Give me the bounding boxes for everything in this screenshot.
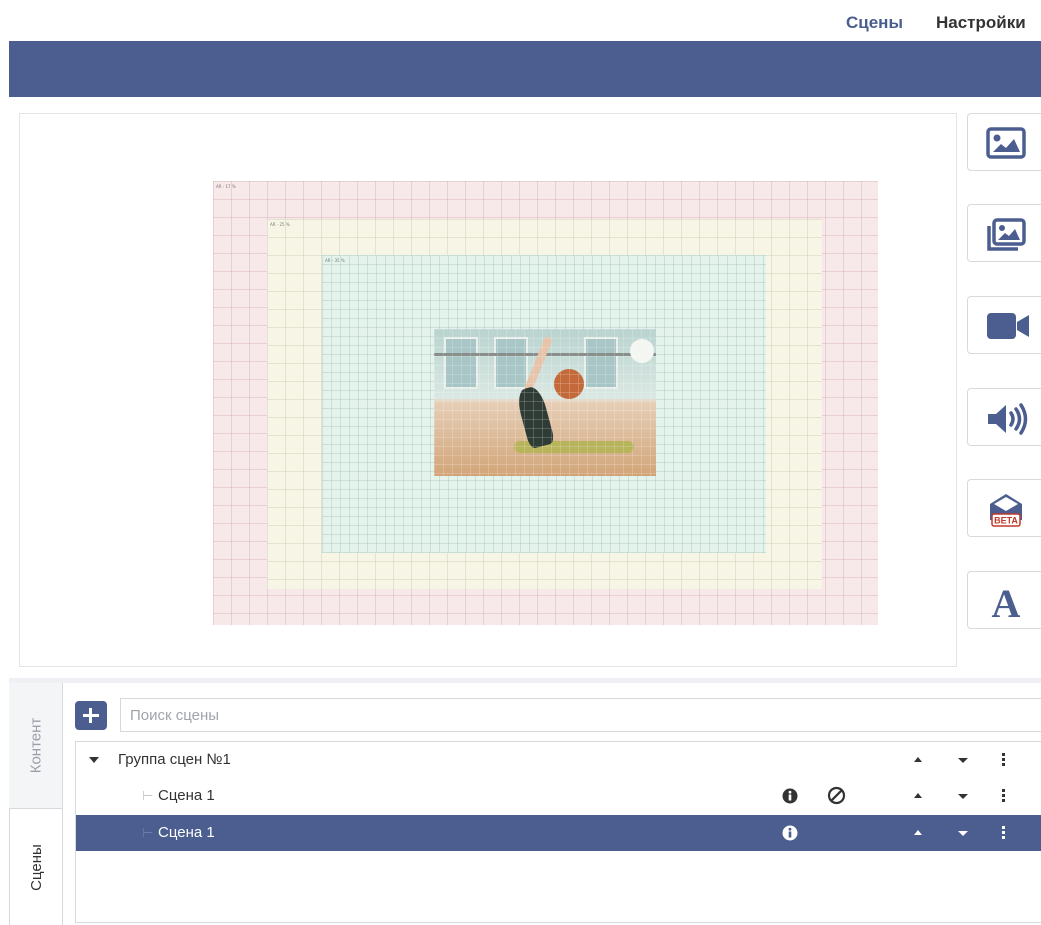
scene-preview[interactable]: AR - 17 % AR - 25 % AR - 35 % [19, 113, 957, 667]
move-up-icon[interactable] [914, 793, 922, 798]
scene-group-label: Группа сцен №1 [118, 751, 231, 768]
info-icon[interactable] [782, 825, 798, 841]
scene-tree: Группа сцен №1 ⊢ Сцена 1 ⊢ Сцена 1 [75, 741, 1041, 923]
scene-row[interactable]: ⊢ Сцена 1 [76, 778, 1041, 814]
audio-icon [988, 403, 1028, 435]
zone-label-outer: AR - 17 % [216, 184, 236, 189]
side-tabs: Контент Сцены [9, 683, 62, 925]
move-up-icon[interactable] [914, 830, 922, 835]
zone-label-middle: AR - 25 % [270, 222, 290, 227]
header-bar [9, 41, 1041, 97]
tree-branch-icon: ⊢ [142, 825, 154, 840]
disable-icon[interactable] [827, 786, 846, 805]
move-down-icon[interactable] [958, 794, 968, 799]
scenes-panel: Группа сцен №1 ⊢ Сцена 1 ⊢ Сц [62, 683, 1041, 925]
tab-scenes[interactable]: Сцены [9, 808, 62, 925]
text-icon: A [992, 585, 1021, 621]
gallery-icon [987, 218, 1026, 251]
video-icon [987, 313, 1029, 339]
nav-settings-link[interactable]: Настройки [936, 13, 1026, 33]
tab-content[interactable]: Контент [9, 683, 62, 808]
scene-image[interactable] [434, 329, 656, 476]
move-up-icon[interactable] [914, 757, 922, 762]
zone-label-inner: AR - 35 % [325, 258, 345, 263]
scene-group-row[interactable]: Группа сцен №1 [76, 742, 1041, 778]
info-icon[interactable] [782, 788, 798, 804]
tab-scenes-label: Сцены [27, 843, 45, 891]
nav-scenes-link[interactable]: Сцены [846, 13, 903, 33]
more-menu-icon[interactable] [1002, 753, 1005, 767]
add-video-button[interactable] [967, 296, 1041, 354]
move-down-icon[interactable] [958, 758, 968, 763]
scene-label: Сцена 1 [158, 824, 215, 841]
scene-label: Сцена 1 [158, 787, 215, 804]
move-down-icon[interactable] [958, 831, 968, 836]
add-text-button[interactable]: A [967, 571, 1041, 629]
add-beta-module-button[interactable]: BETA [967, 479, 1041, 537]
tree-branch-icon: ⊢ [142, 788, 154, 803]
add-audio-button[interactable] [967, 388, 1041, 446]
tab-content-label: Контент [27, 717, 44, 774]
more-menu-icon[interactable] [1002, 826, 1005, 840]
add-scene-button[interactable] [75, 701, 107, 730]
caret-down-icon[interactable] [89, 757, 99, 763]
add-gallery-button[interactable] [967, 204, 1041, 262]
more-menu-icon[interactable] [1002, 789, 1005, 803]
top-nav: Сцены Настройки [0, 0, 1041, 42]
add-image-button[interactable] [967, 113, 1041, 171]
image-icon [986, 127, 1026, 159]
beta-badge-text: BETA [994, 516, 1018, 526]
beta-module-icon: BETA [990, 494, 1022, 527]
svg-text:A: A [992, 585, 1021, 621]
scene-row-selected[interactable]: ⊢ Сцена 1 [76, 815, 1041, 851]
scene-search-input[interactable] [120, 698, 1041, 732]
